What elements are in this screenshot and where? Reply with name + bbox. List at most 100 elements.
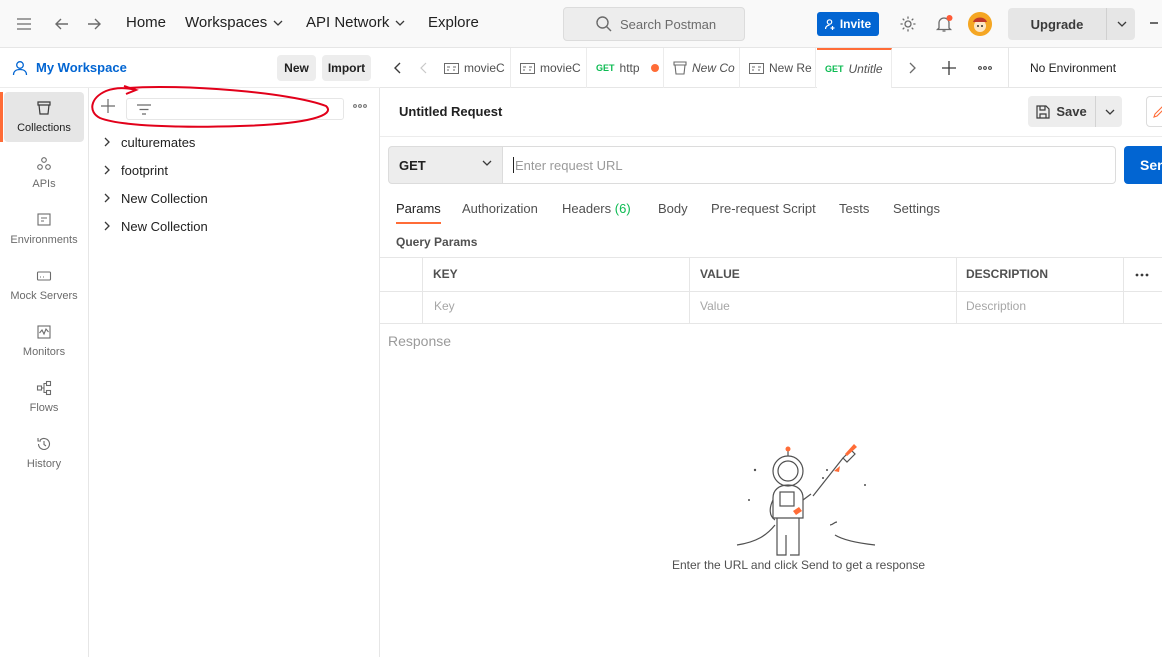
table-more-options-icon[interactable] — [1135, 273, 1149, 277]
method-select[interactable]: GET — [388, 146, 503, 184]
response-heading: Response — [388, 333, 452, 349]
environment-selector[interactable]: No Environment — [1030, 61, 1116, 75]
more-options-icon[interactable] — [353, 104, 367, 108]
flows-icon — [36, 380, 52, 396]
nav-history[interactable]: History — [4, 428, 84, 478]
tab-label: http — [619, 61, 640, 75]
nav-home[interactable]: Home — [126, 14, 166, 31]
workspace-name[interactable]: My Workspace — [36, 60, 127, 75]
chevron-down-icon[interactable] — [1097, 96, 1122, 127]
tab-headers[interactable]: Headers (6) — [562, 201, 631, 216]
chevron-down-icon[interactable] — [1108, 8, 1135, 40]
divider — [380, 291, 1162, 292]
nav-environments[interactable]: Environments — [4, 204, 84, 254]
list-item[interactable]: New Collection — [103, 187, 208, 209]
invite-button[interactable]: Invite — [817, 12, 879, 36]
nav-monitors[interactable]: Monitors — [4, 316, 84, 366]
collection-filter-input[interactable] — [126, 98, 344, 120]
collection-icon — [444, 62, 459, 74]
tabs-scroll-left-icon[interactable] — [394, 62, 402, 74]
save-label-group[interactable]: Save — [1028, 96, 1096, 127]
column-header-key: KEY — [433, 267, 458, 281]
save-button[interactable]: Save — [1028, 96, 1122, 127]
tab-params[interactable]: Params — [396, 201, 441, 224]
upgrade-label: Upgrade — [1008, 8, 1107, 40]
request-url-input[interactable]: Enter request URL — [503, 146, 1116, 184]
tabs-more-options-icon[interactable] — [978, 66, 992, 70]
method-label: GET — [399, 157, 426, 173]
nav-flows-label: Flows — [29, 402, 59, 414]
chevron-down-icon — [273, 20, 283, 26]
param-key-input[interactable]: Key — [434, 299, 455, 313]
astronaut-illustration — [736, 444, 876, 556]
collections-icon — [37, 101, 51, 115]
param-value-input[interactable]: Value — [700, 299, 730, 313]
nav-apis[interactable]: APIs — [4, 148, 84, 198]
collection-name: footprint — [121, 162, 168, 178]
folder-icon — [673, 61, 687, 75]
tab-tests[interactable]: Tests — [839, 201, 869, 216]
new-tab-plus-icon[interactable] — [942, 61, 956, 75]
settings-gear-icon[interactable] — [896, 12, 920, 36]
nav-home-label: Home — [126, 14, 167, 31]
add-collection-icon[interactable] — [101, 99, 115, 113]
back-arrow-icon[interactable] — [50, 12, 74, 36]
nav-api-network-label: API Network — [306, 14, 390, 31]
menu-icon[interactable] — [12, 12, 36, 36]
tab-headers-label: Headers — [562, 201, 612, 216]
chevron-right-icon — [104, 165, 110, 175]
search-input[interactable]: Search Postman — [563, 7, 745, 41]
tab-new-collection[interactable]: New Co — [665, 48, 740, 88]
chevron-down-icon — [482, 160, 492, 166]
divider — [1008, 48, 1009, 88]
list-item[interactable]: footprint — [103, 159, 168, 181]
tab-movie-1[interactable]: movieC — [436, 48, 511, 88]
environments-icon — [37, 213, 51, 226]
tab-authorization-label: Authorization — [462, 201, 538, 216]
list-item[interactable]: New Collection — [103, 215, 208, 237]
tab-new-request[interactable]: New Re — [741, 48, 816, 88]
tab-label: Untitle — [848, 62, 883, 76]
nav-collections[interactable]: Collections — [0, 92, 84, 142]
nav-mock-servers[interactable]: Mock Servers — [4, 260, 84, 310]
collection-icon — [520, 62, 535, 74]
filter-icon[interactable] — [137, 104, 151, 115]
add-user-icon — [824, 18, 835, 30]
tab-untitled-request[interactable]: GET Untitle — [817, 48, 892, 88]
tab-settings[interactable]: Settings — [893, 201, 940, 216]
forward-arrow-icon[interactable] — [82, 12, 106, 36]
nav-api-network[interactable]: API Network — [306, 14, 405, 31]
notification-bell-icon[interactable] — [932, 12, 956, 36]
tab-pre-request-script[interactable]: Pre-request Script — [711, 201, 816, 216]
tab-movie-2[interactable]: movieC — [512, 48, 587, 88]
tab-http[interactable]: GET http — [588, 48, 664, 88]
tabs-scroll-right-icon[interactable] — [908, 62, 916, 74]
search-placeholder: Search Postman — [620, 16, 717, 32]
nav-workspaces[interactable]: Workspaces — [185, 14, 283, 31]
collections-sidebar: culturemates footprint New Collection Ne… — [89, 88, 380, 657]
param-description-input[interactable]: Description — [966, 299, 1026, 313]
nav-flows[interactable]: Flows — [4, 372, 84, 422]
list-item[interactable]: culturemates — [103, 131, 195, 153]
mock-servers-icon — [36, 271, 52, 281]
upgrade-button[interactable]: Upgrade — [1008, 8, 1135, 40]
tab-method: GET — [596, 63, 615, 73]
tab-body[interactable]: Body — [658, 201, 688, 216]
send-button[interactable]: Sen — [1124, 146, 1162, 184]
response-empty-hint: Enter the URL and click Send to get a re… — [672, 558, 926, 572]
edit-button[interactable] — [1146, 96, 1162, 127]
chevron-right-icon — [104, 137, 110, 147]
user-icon — [12, 61, 28, 76]
tab-authorization[interactable]: Authorization — [462, 201, 538, 216]
avatar[interactable] — [968, 12, 992, 36]
send-label: Sen — [1140, 157, 1162, 173]
collection-name: New Collection — [121, 218, 208, 234]
divider — [689, 258, 690, 324]
unsaved-dot-icon — [650, 64, 659, 72]
new-button[interactable]: New — [277, 55, 316, 81]
import-button[interactable]: Import — [322, 55, 371, 81]
workspace-header: My Workspace New Import — [0, 48, 380, 88]
minimize-icon[interactable] — [1150, 22, 1158, 24]
nav-explore[interactable]: Explore — [428, 14, 479, 31]
request-title[interactable]: Untitled Request — [399, 104, 502, 119]
